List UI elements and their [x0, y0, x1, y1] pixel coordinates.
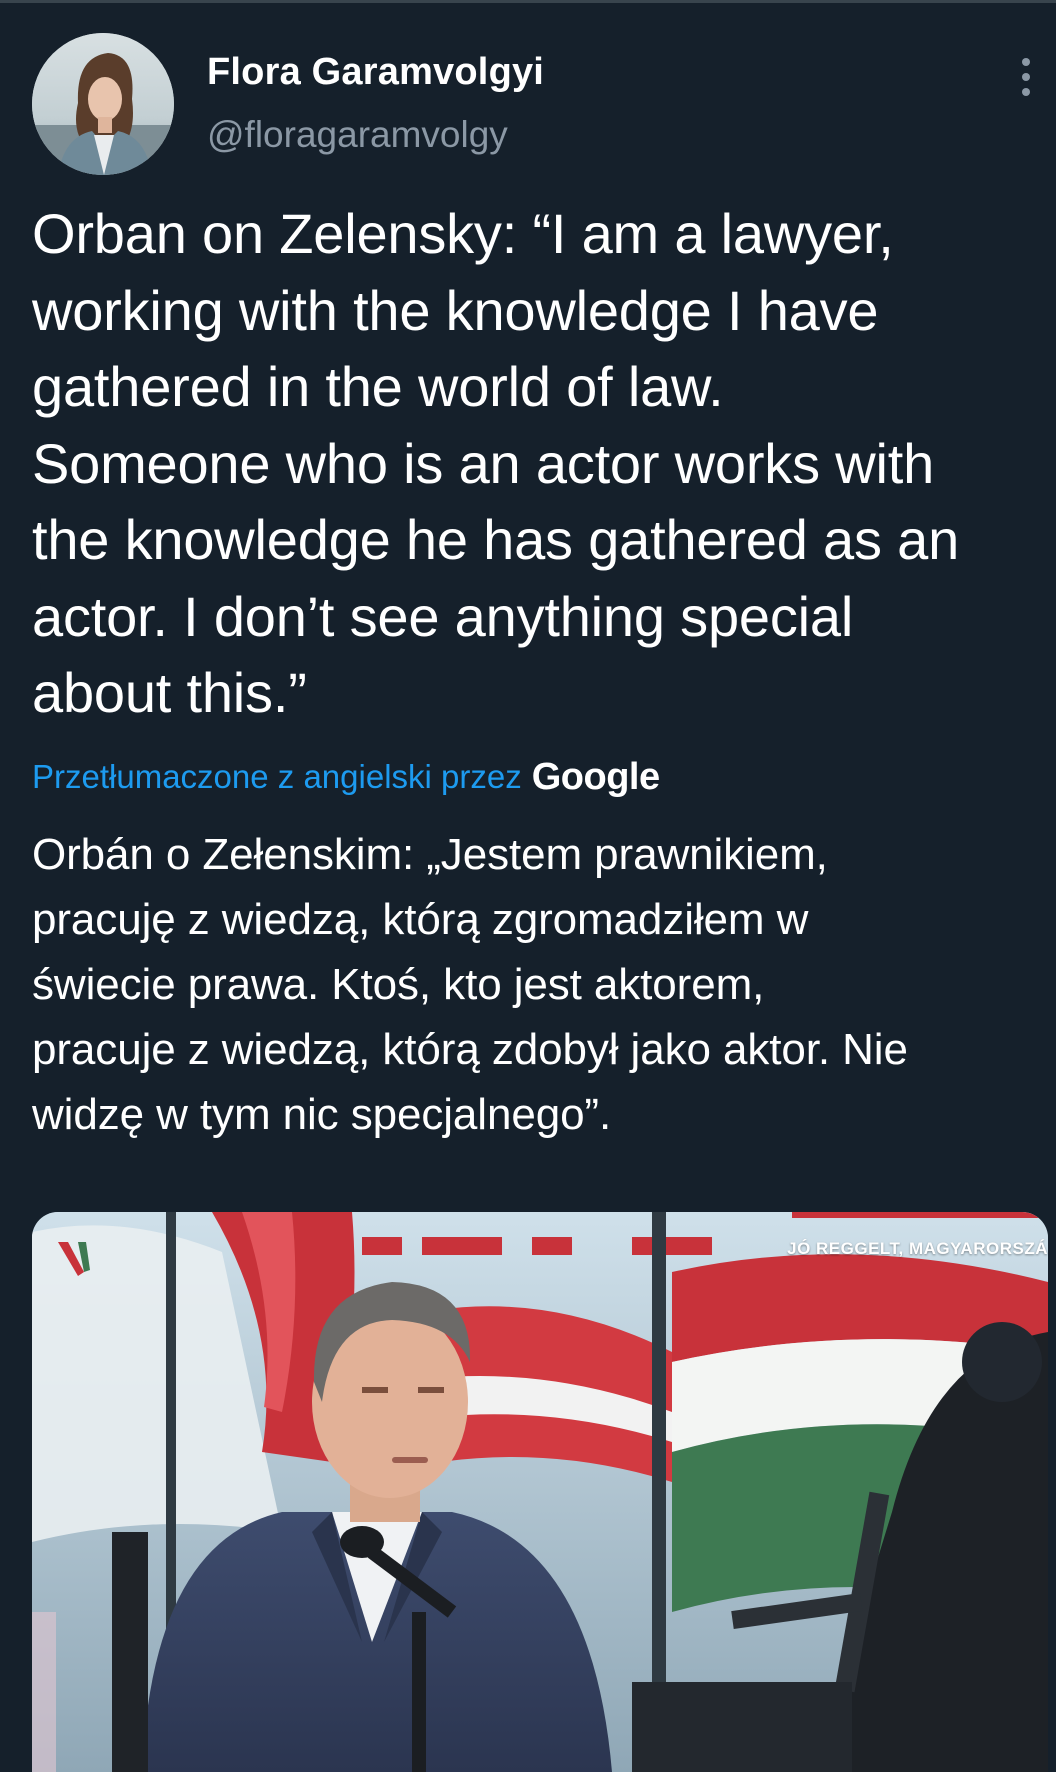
tweet-text-line: Orban on Zelensky: “I am a lawyer, — [32, 202, 894, 265]
tweet-media[interactable]: JÓ REGGELT, MAGYARORSZÁ — [32, 1212, 1048, 1772]
media-image — [32, 1212, 1048, 1772]
author-display-name[interactable]: Flora Garamvolgyi — [207, 51, 544, 94]
tweet-text-line: actor. I don’t see anything special — [32, 584, 854, 648]
tweet-text-line: gathered in the world of law. — [32, 355, 724, 418]
tweet-text: Orban on Zelensky: “I am a lawyer, worki… — [32, 196, 1042, 732]
more-options-button[interactable] — [1010, 56, 1044, 98]
broadcast-caption: JÓ REGGELT, MAGYARORSZÁ — [787, 1239, 1048, 1258]
tweet-text-line: Someone who is an actor works with — [32, 431, 935, 495]
translated-text-line: pracuje z wiedzą, którą zdobył jako akto… — [32, 1025, 908, 1074]
more-vertical-icon — [1022, 73, 1030, 81]
avatar[interactable] — [32, 33, 174, 175]
more-vertical-icon — [1022, 88, 1030, 96]
top-divider — [0, 0, 1056, 3]
translated-text-line: świecie prawa. Ktoś, kto jest aktorem, — [32, 960, 765, 1009]
avatar-image — [32, 33, 174, 175]
translated-text-line: Orbán o Zełenskim: „Jestem prawnikiem, — [32, 830, 828, 879]
more-vertical-icon — [1022, 58, 1030, 66]
translation-link[interactable]: Przetłumaczone z angielski przez — [32, 758, 522, 796]
google-logo: Google — [531, 755, 660, 798]
translation-attribution: Przetłumaczone z angielski przez Google — [32, 753, 660, 801]
translated-text-line: widzę w tym nic specjalnego”. — [32, 1090, 612, 1139]
translated-text-line: pracuję z wiedzą, którą zgromadziłem w — [32, 895, 809, 944]
tweet-text-line: the knowledge he has gathered as an — [32, 508, 960, 571]
tweet-text-line: working with the knowledge I have — [32, 278, 879, 342]
tweet-text-line: about this.” — [32, 661, 307, 724]
author-handle[interactable]: @floragaramvolgy — [207, 114, 508, 156]
translated-text: Orbán o Zełenskim: „Jestem prawnikiem, p… — [32, 822, 1042, 1147]
